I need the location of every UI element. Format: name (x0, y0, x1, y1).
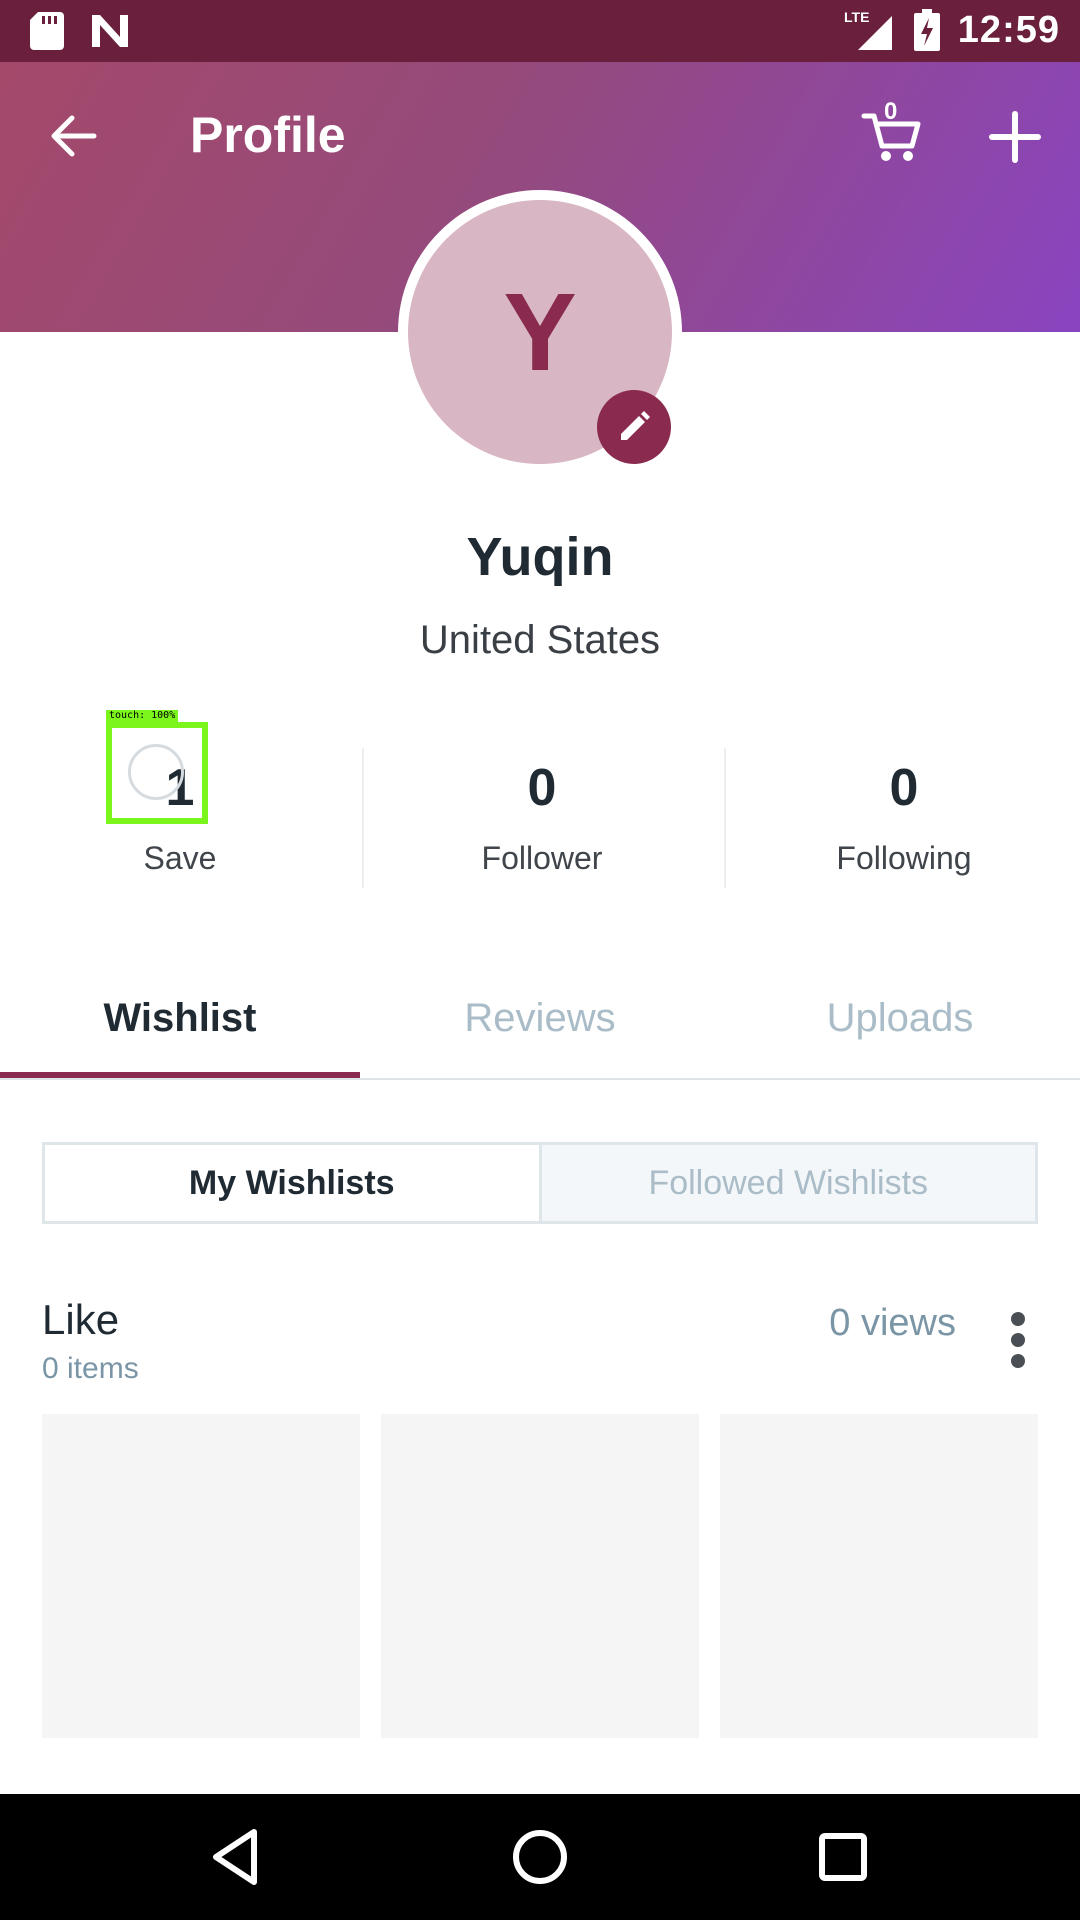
profile-tabs: Wishlist Reviews Uploads (0, 960, 1080, 1080)
stat-following[interactable]: 0 Following (724, 746, 1080, 877)
tab-wishlist[interactable]: Wishlist (0, 960, 360, 1078)
home-circle-icon[interactable] (505, 1822, 575, 1892)
plus-icon[interactable] (988, 110, 1042, 164)
edit-avatar-button[interactable] (597, 390, 671, 464)
wishlist-item-count: 0 items (42, 1352, 139, 1385)
clock: 12:59 (957, 8, 1060, 51)
more-dot (1011, 1333, 1025, 1347)
page-title: Profile (190, 107, 346, 163)
wishlist-thumbnail-placeholder[interactable] (381, 1414, 699, 1738)
avatar-letter: Y (503, 270, 577, 394)
back-triangle-icon[interactable] (202, 1822, 272, 1892)
wishlist-title[interactable]: Like (42, 1296, 119, 1344)
user-name: Yuqin (466, 527, 614, 587)
sd-card-icon (30, 12, 64, 50)
status-left-icons (30, 12, 130, 50)
stat-follower[interactable]: 0 Follower (362, 746, 722, 877)
stat-following-label: Following (836, 840, 972, 876)
user-location: United States (419, 618, 661, 662)
more-dot (1011, 1354, 1025, 1368)
system-nav-bar (0, 1794, 1080, 1920)
stat-follower-value: 0 (527, 759, 557, 817)
more-dot (1011, 1312, 1025, 1326)
battery-charging-icon (913, 9, 940, 51)
svg-text:LTE: LTE (844, 9, 869, 25)
status-right-icons: LTE 12:59 (844, 8, 1060, 52)
wishlist-thumbnail-placeholder[interactable] (42, 1414, 360, 1738)
wishlist-segment-control: My Wishlists Followed Wishlists (42, 1142, 1038, 1224)
segment-my-wishlists[interactable]: My Wishlists (45, 1145, 542, 1221)
arrow-left-icon[interactable] (48, 110, 100, 162)
signal-icon: LTE (844, 9, 892, 50)
tab-reviews[interactable]: Reviews (360, 960, 720, 1078)
active-tab-indicator (0, 1072, 360, 1078)
tab-uploads[interactable]: Uploads (720, 960, 1080, 1078)
wishlist-views: 0 views (829, 1302, 956, 1344)
status-bar: LTE 12:59 (0, 0, 1080, 62)
stat-following-value: 0 (889, 759, 919, 817)
stat-save-label: Save (143, 840, 217, 876)
segment-followed-wishlists[interactable]: Followed Wishlists (542, 1145, 1036, 1221)
more-options-icon[interactable] (1000, 1310, 1036, 1370)
cart-count-badge: 0 (884, 98, 898, 125)
pencil-icon (621, 411, 650, 440)
wishlist-thumbnail-placeholder[interactable] (720, 1414, 1038, 1738)
stat-follower-label: Follower (481, 840, 603, 876)
touch-indicator-label: touch: 100% (106, 710, 179, 722)
n-notification-icon (92, 15, 128, 47)
touch-ripple-circle (128, 744, 184, 800)
recents-square-icon[interactable] (808, 1822, 878, 1892)
